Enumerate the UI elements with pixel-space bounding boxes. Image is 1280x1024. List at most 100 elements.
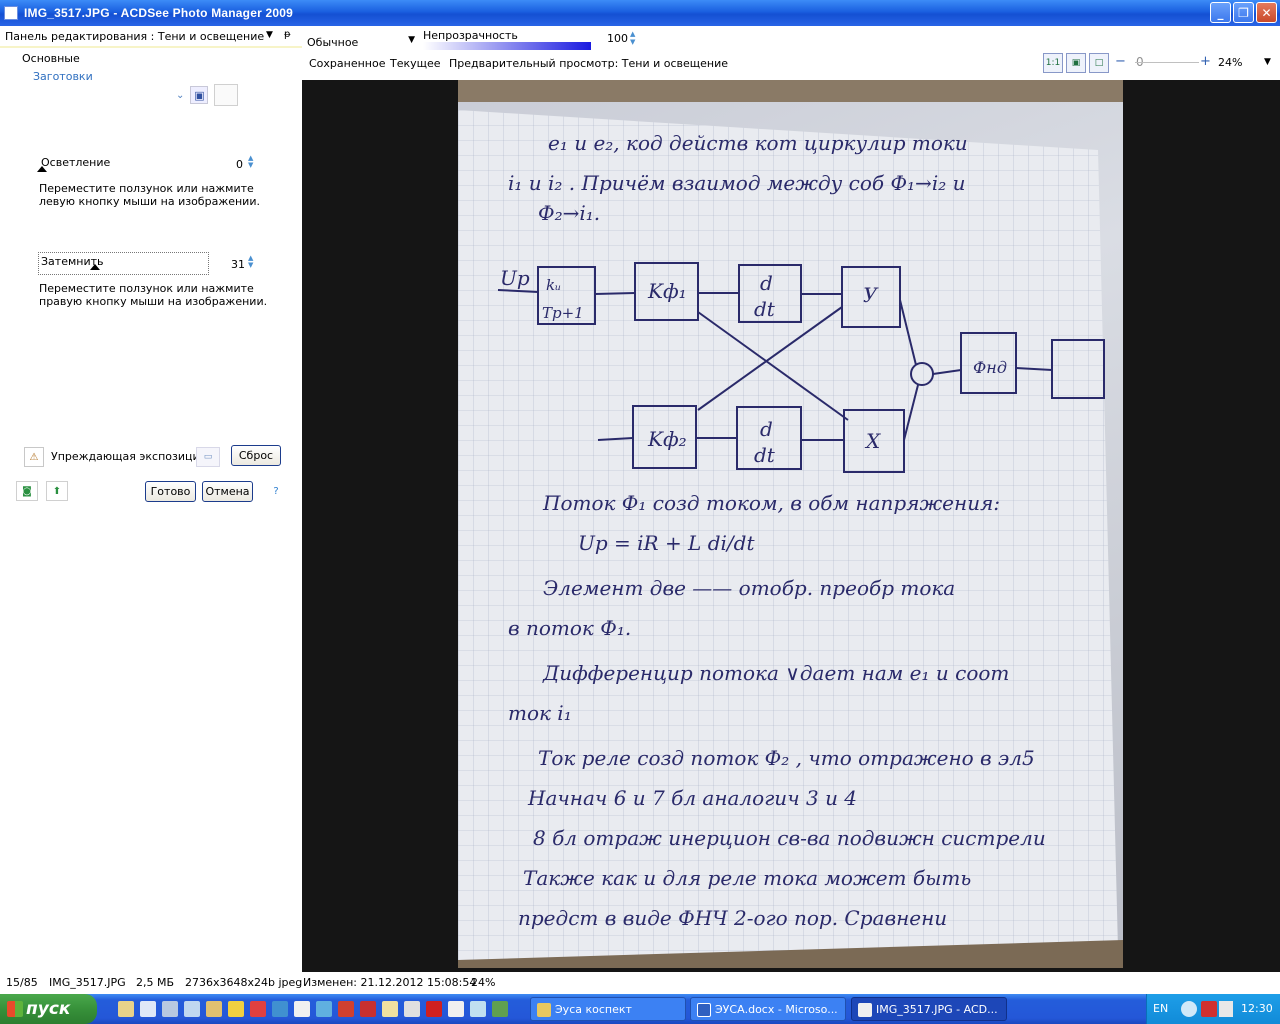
title-bar: IMG_3517.JPG - ACDSee Photo Manager 2009… bbox=[0, 0, 1280, 26]
start-button[interactable]: пуск bbox=[0, 994, 97, 1024]
image-viewer[interactable]: e₁ и e₂, код действ кот циркулир токи i₁… bbox=[302, 80, 1280, 972]
lighten-value[interactable]: 0 bbox=[236, 158, 243, 171]
tab-basic[interactable]: Основные bbox=[22, 52, 80, 65]
task-folder[interactable]: Эуса коспект bbox=[530, 997, 686, 1021]
start-label: пуск bbox=[26, 999, 71, 1019]
save-preset-icon[interactable]: ▣ bbox=[190, 86, 209, 104]
darken-slider[interactable] bbox=[38, 264, 208, 272]
quicklaunch-icon[interactable] bbox=[228, 1001, 244, 1017]
presets-link[interactable]: Заготовки bbox=[33, 70, 93, 83]
quicklaunch-icon[interactable] bbox=[184, 1001, 200, 1017]
status-dimensions: 2736x3648x24b jpeg bbox=[185, 975, 303, 989]
status-size: 2,5 МБ bbox=[136, 975, 175, 989]
quicklaunch-icon[interactable] bbox=[426, 1001, 442, 1017]
tray-icon[interactable] bbox=[1181, 1001, 1197, 1017]
opacity-value[interactable]: 100 bbox=[607, 32, 628, 45]
quicklaunch-icon[interactable] bbox=[206, 1001, 222, 1017]
svg-text:Также как и для реле тока може: Также как и для реле тока может быть bbox=[523, 866, 971, 890]
exposure-toggle-icon[interactable]: ▭ bbox=[196, 447, 220, 467]
task-label: Эуса коспект bbox=[555, 1002, 632, 1016]
quicklaunch-icon[interactable] bbox=[382, 1001, 398, 1017]
blend-mode-value: Обычное bbox=[307, 35, 359, 49]
fit-window-icon[interactable]: □ bbox=[1089, 53, 1109, 73]
status-filename: IMG_3517.JPG bbox=[49, 975, 126, 989]
task-word[interactable]: ЭУСА.docx - Microso... bbox=[690, 997, 846, 1021]
quicklaunch-icon[interactable] bbox=[294, 1001, 310, 1017]
done-button[interactable]: Готово bbox=[145, 481, 196, 502]
notebook-page-image: e₁ и e₂, код действ кот циркулир токи i₁… bbox=[458, 80, 1123, 968]
blend-mode-select[interactable]: Обычное ▼ bbox=[307, 33, 415, 51]
chevron-down-icon[interactable]: ⌄ bbox=[176, 90, 184, 101]
help-icon[interactable]: ? bbox=[265, 481, 287, 501]
language-indicator[interactable]: EN bbox=[1153, 1002, 1168, 1015]
darken-hint: Переместите ползунок или нажмите правую … bbox=[39, 282, 268, 308]
tab-current[interactable]: Текущее bbox=[390, 57, 441, 70]
camera-icon[interactable]: ◙ bbox=[16, 481, 38, 501]
quicklaunch-icon[interactable] bbox=[118, 1001, 134, 1017]
panel-header[interactable]: Панель редактирования : Тени и освещение… bbox=[0, 26, 302, 48]
tab-preview[interactable]: Предварительный просмотр: Тени и освещен… bbox=[449, 57, 728, 70]
reset-button[interactable]: Сброс bbox=[231, 445, 281, 466]
svg-text:8 бл отраж инерцион св-ва подв: 8 бл отраж инерцион св-ва подвижн систре… bbox=[533, 826, 1046, 850]
darken-value[interactable]: 31 bbox=[231, 258, 245, 271]
quicklaunch-icon[interactable] bbox=[250, 1001, 266, 1017]
quicklaunch-icon[interactable] bbox=[338, 1001, 354, 1017]
preset-slot[interactable] bbox=[214, 84, 239, 106]
svg-text:У: У bbox=[863, 283, 879, 307]
zoom-out-icon[interactable]: − bbox=[1115, 54, 1126, 69]
svg-text:ток i₁: ток i₁ bbox=[508, 701, 572, 725]
quicklaunch-icon[interactable] bbox=[470, 1001, 486, 1017]
chevron-down-icon[interactable]: ▼ bbox=[1264, 57, 1271, 67]
lighten-hint: Переместите ползунок или нажмите левую к… bbox=[39, 182, 260, 208]
photo-handwritten-notes: e₁ и e₂, код действ кот циркулир токи i₁… bbox=[458, 80, 1123, 968]
clock: 12:30 bbox=[1241, 1002, 1273, 1015]
tray-icon[interactable] bbox=[1201, 1001, 1217, 1017]
opacity-spinner[interactable]: ▲ ▼ bbox=[630, 30, 635, 46]
close-button[interactable]: ✕ bbox=[1256, 2, 1277, 23]
svg-text:e₁ и e₂, код действ кот циркул: e₁ и e₂, код действ кот циркулир токи bbox=[548, 131, 968, 155]
status-position: 15/85 bbox=[6, 975, 38, 989]
quicklaunch-icon[interactable] bbox=[162, 1001, 178, 1017]
taskbar: пуск Эуса коспект ЭУСА.docx - Microso...… bbox=[0, 994, 1280, 1024]
chevron-down-icon[interactable]: ▼ bbox=[266, 30, 273, 40]
svg-text:Начнач 6 и 7 бл аналогич 3 и 4: Начнач 6 и 7 бл аналогич 3 и 4 bbox=[527, 786, 857, 810]
quicklaunch-icon[interactable] bbox=[492, 1001, 508, 1017]
lighten-slider-thumb[interactable] bbox=[37, 166, 47, 172]
tray-icon[interactable] bbox=[1219, 1001, 1233, 1017]
actual-size-icon[interactable]: 1:1 bbox=[1043, 53, 1063, 73]
status-modified: Изменен: 21.12.2012 15:08:54 bbox=[303, 975, 477, 989]
svg-text:Uр = iR + L di/dt: Uр = iR + L di/dt bbox=[578, 531, 755, 555]
quicklaunch-icon[interactable] bbox=[316, 1001, 332, 1017]
svg-text:Kф₂: Kф₂ bbox=[647, 427, 687, 451]
lighten-spinner[interactable]: ▲ ▼ bbox=[248, 155, 256, 169]
svg-text:Uр: Uр bbox=[500, 266, 530, 290]
task-acdsee[interactable]: IMG_3517.JPG - ACD... bbox=[851, 997, 1007, 1021]
fit-image-icon[interactable]: ▣ bbox=[1066, 53, 1086, 73]
svg-text:предст в виде ФНЧ 2-ого пор. С: предст в виде ФНЧ 2-ого пор. Сравнени bbox=[518, 906, 947, 930]
maximize-button[interactable]: ❐ bbox=[1233, 2, 1254, 23]
minimize-button[interactable]: _ bbox=[1210, 2, 1231, 23]
quicklaunch-icon[interactable] bbox=[404, 1001, 420, 1017]
acdsee-icon bbox=[858, 1003, 872, 1017]
chevron-down-icon[interactable]: ▼ bbox=[408, 35, 415, 45]
quicklaunch-icon[interactable] bbox=[448, 1001, 464, 1017]
cancel-button[interactable]: Отмена bbox=[202, 481, 253, 502]
app-icon bbox=[4, 6, 18, 20]
zoom-in-icon[interactable]: + bbox=[1200, 54, 1211, 69]
darken-slider-thumb[interactable] bbox=[89, 264, 100, 270]
opacity-slider[interactable] bbox=[423, 42, 591, 50]
exposure-warning-icon[interactable]: ⚠ bbox=[24, 447, 44, 467]
zoom-slider[interactable] bbox=[1135, 62, 1199, 63]
panel-title: Панель редактирования : Тени и освещение bbox=[5, 29, 265, 43]
darken-spinner[interactable]: ▲ ▼ bbox=[248, 255, 256, 269]
quicklaunch-icon[interactable] bbox=[360, 1001, 376, 1017]
zoom-value[interactable]: 24% bbox=[1218, 56, 1242, 69]
pin-icon[interactable]: ᵽ bbox=[284, 29, 291, 40]
tab-saved[interactable]: Сохраненное bbox=[309, 57, 385, 70]
export-icon[interactable]: ⬆ bbox=[46, 481, 68, 501]
quicklaunch-icon[interactable] bbox=[272, 1001, 288, 1017]
lighten-slider[interactable] bbox=[37, 166, 228, 174]
folder-icon bbox=[537, 1003, 551, 1017]
quicklaunch-icon[interactable] bbox=[140, 1001, 156, 1017]
svg-text:Дифференцир потока ∨дает нам e: Дифференцир потока ∨дает нам e₁ и соот bbox=[542, 661, 1009, 685]
